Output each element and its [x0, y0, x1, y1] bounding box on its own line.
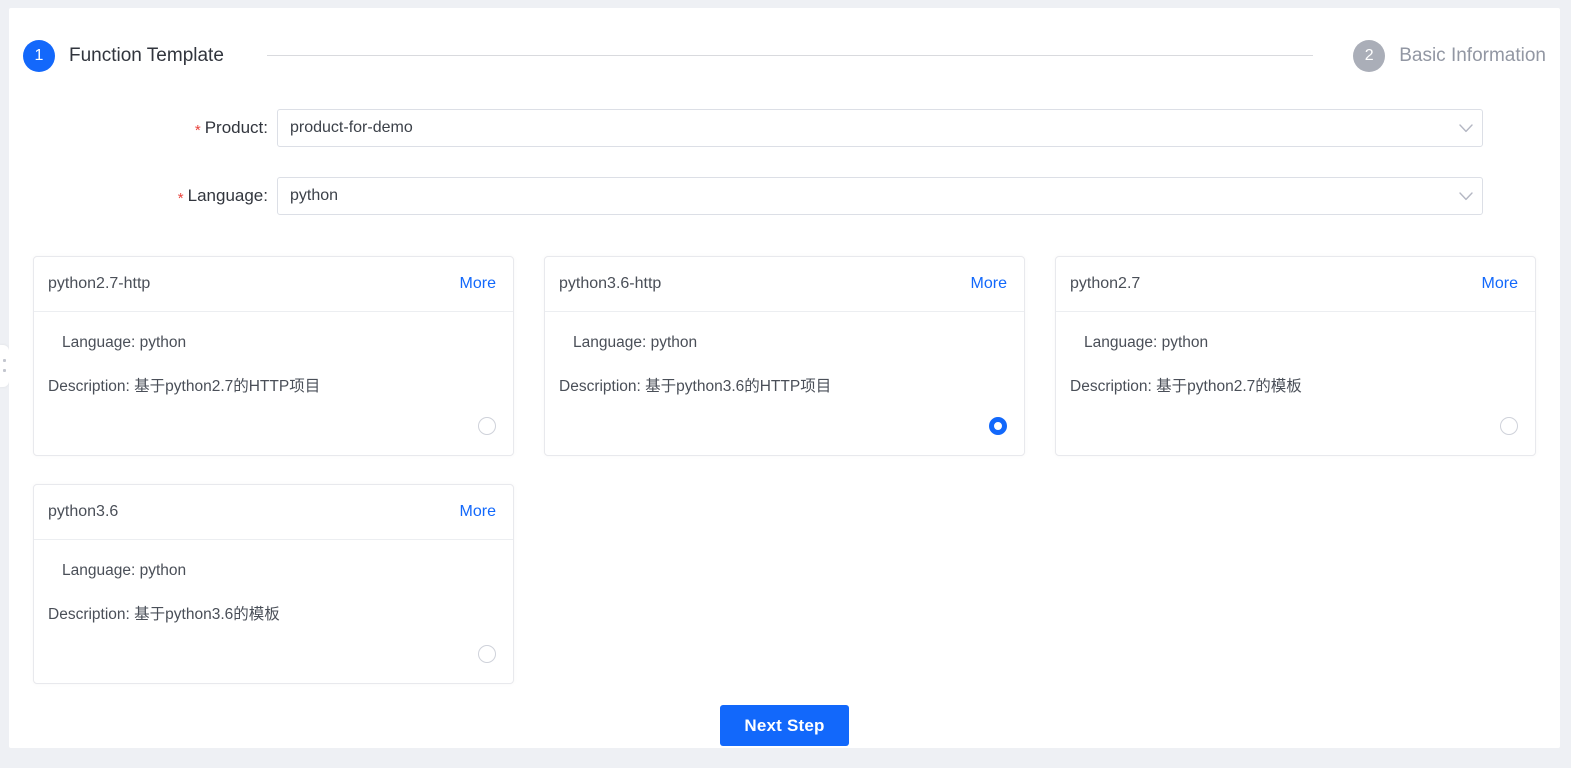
template-radio-selected[interactable]	[989, 417, 1007, 435]
required-asterisk-icon: *	[178, 190, 184, 207]
template-language-label: Language:	[1084, 334, 1157, 351]
template-title: python3.6-http	[559, 275, 661, 293]
template-radio[interactable]	[478, 645, 496, 663]
language-select[interactable]: python	[277, 177, 1483, 215]
template-title: python2.7	[1070, 275, 1140, 293]
template-language-value: python	[651, 334, 698, 351]
template-card-header: python2.7-http More	[34, 257, 513, 312]
required-asterisk-icon: *	[195, 122, 201, 139]
step-2-label: Basic Information	[1399, 45, 1546, 67]
template-description-row: Description: 基于python3.6的模板	[48, 602, 499, 624]
template-more-link[interactable]: More	[971, 275, 1007, 293]
template-radio[interactable]	[1500, 417, 1518, 435]
template-card-header: python3.6-http More	[545, 257, 1024, 312]
template-description-value: 基于python3.6的模板	[134, 606, 280, 623]
template-language-value: python	[140, 562, 187, 579]
step-basic-information[interactable]: 2 Basic Information	[1353, 40, 1546, 72]
template-card-body: Language: python Description: 基于python3.…	[545, 312, 1024, 455]
template-description-row: Description: 基于python2.7的HTTP项目	[48, 374, 499, 396]
template-card-body: Language: python Description: 基于python3.…	[34, 540, 513, 683]
page-root: 1 Function Template 2 Basic Information …	[0, 0, 1571, 768]
product-select[interactable]: product-for-demo	[277, 109, 1483, 147]
template-radio[interactable]	[478, 417, 496, 435]
template-description-row: Description: 基于python3.6的HTTP项目	[559, 374, 1010, 396]
template-language-row: Language: python	[48, 562, 499, 580]
template-language-label: Language:	[62, 562, 135, 579]
template-description-label: Description:	[1070, 378, 1152, 395]
template-card[interactable]: python2.7 More Language: python Descript…	[1055, 256, 1536, 456]
sidebar-collapse-handle[interactable]	[0, 345, 9, 387]
grip-dot	[3, 369, 6, 372]
template-language-row: Language: python	[559, 334, 1010, 352]
form-row-language: *Language: python	[9, 177, 1483, 215]
steps-connector-line	[267, 55, 1313, 56]
template-description-label: Description:	[559, 378, 641, 395]
step-1-number: 1	[23, 40, 55, 72]
language-label: *Language:	[9, 186, 277, 206]
template-language-value: python	[1162, 334, 1209, 351]
template-more-link[interactable]: More	[460, 503, 496, 521]
template-language-row: Language: python	[1070, 334, 1521, 352]
template-card[interactable]: python2.7-http More Language: python Des…	[33, 256, 514, 456]
template-more-link[interactable]: More	[1482, 275, 1518, 293]
product-label-text: Product:	[205, 118, 268, 137]
step-1-label: Function Template	[69, 45, 224, 67]
template-description-value: 基于python2.7的HTTP项目	[134, 378, 320, 395]
template-card-grid: python2.7-http More Language: python Des…	[33, 256, 1545, 684]
grip-dot	[3, 359, 6, 362]
step-function-template[interactable]: 1 Function Template	[23, 40, 224, 72]
template-description-label: Description:	[48, 378, 130, 395]
chevron-down-icon[interactable]	[1450, 124, 1482, 133]
template-language-label: Language:	[573, 334, 646, 351]
language-select-value: python	[278, 187, 1450, 205]
template-card-header: python3.6 More	[34, 485, 513, 540]
product-label: *Product:	[9, 118, 277, 138]
template-description-row: Description: 基于python2.7的模板	[1070, 374, 1521, 396]
template-more-link[interactable]: More	[460, 275, 496, 293]
template-language-row: Language: python	[48, 334, 499, 352]
template-language-label: Language:	[62, 334, 135, 351]
form-row-product: *Product: product-for-demo	[9, 109, 1483, 147]
template-card-body: Language: python Description: 基于python2.…	[34, 312, 513, 455]
template-title: python3.6	[48, 503, 118, 521]
next-step-button[interactable]: Next Step	[720, 705, 848, 746]
template-card-header: python2.7 More	[1056, 257, 1535, 312]
template-description-label: Description:	[48, 606, 130, 623]
template-description-value: 基于python2.7的模板	[1156, 378, 1302, 395]
form-footer: Next Step	[9, 705, 1560, 746]
template-description-value: 基于python3.6的HTTP项目	[645, 378, 831, 395]
template-card[interactable]: python3.6 More Language: python Descript…	[33, 484, 514, 684]
template-title: python2.7-http	[48, 275, 150, 293]
template-language-value: python	[140, 334, 187, 351]
step-2-number: 2	[1353, 40, 1385, 72]
steps-header: 1 Function Template 2 Basic Information	[9, 8, 1560, 98]
content-panel: 1 Function Template 2 Basic Information …	[9, 8, 1560, 748]
template-card[interactable]: python3.6-http More Language: python Des…	[544, 256, 1025, 456]
chevron-down-icon[interactable]	[1450, 192, 1482, 201]
language-label-text: Language:	[188, 186, 268, 205]
template-card-body: Language: python Description: 基于python2.…	[1056, 312, 1535, 455]
product-select-value: product-for-demo	[278, 119, 1450, 137]
